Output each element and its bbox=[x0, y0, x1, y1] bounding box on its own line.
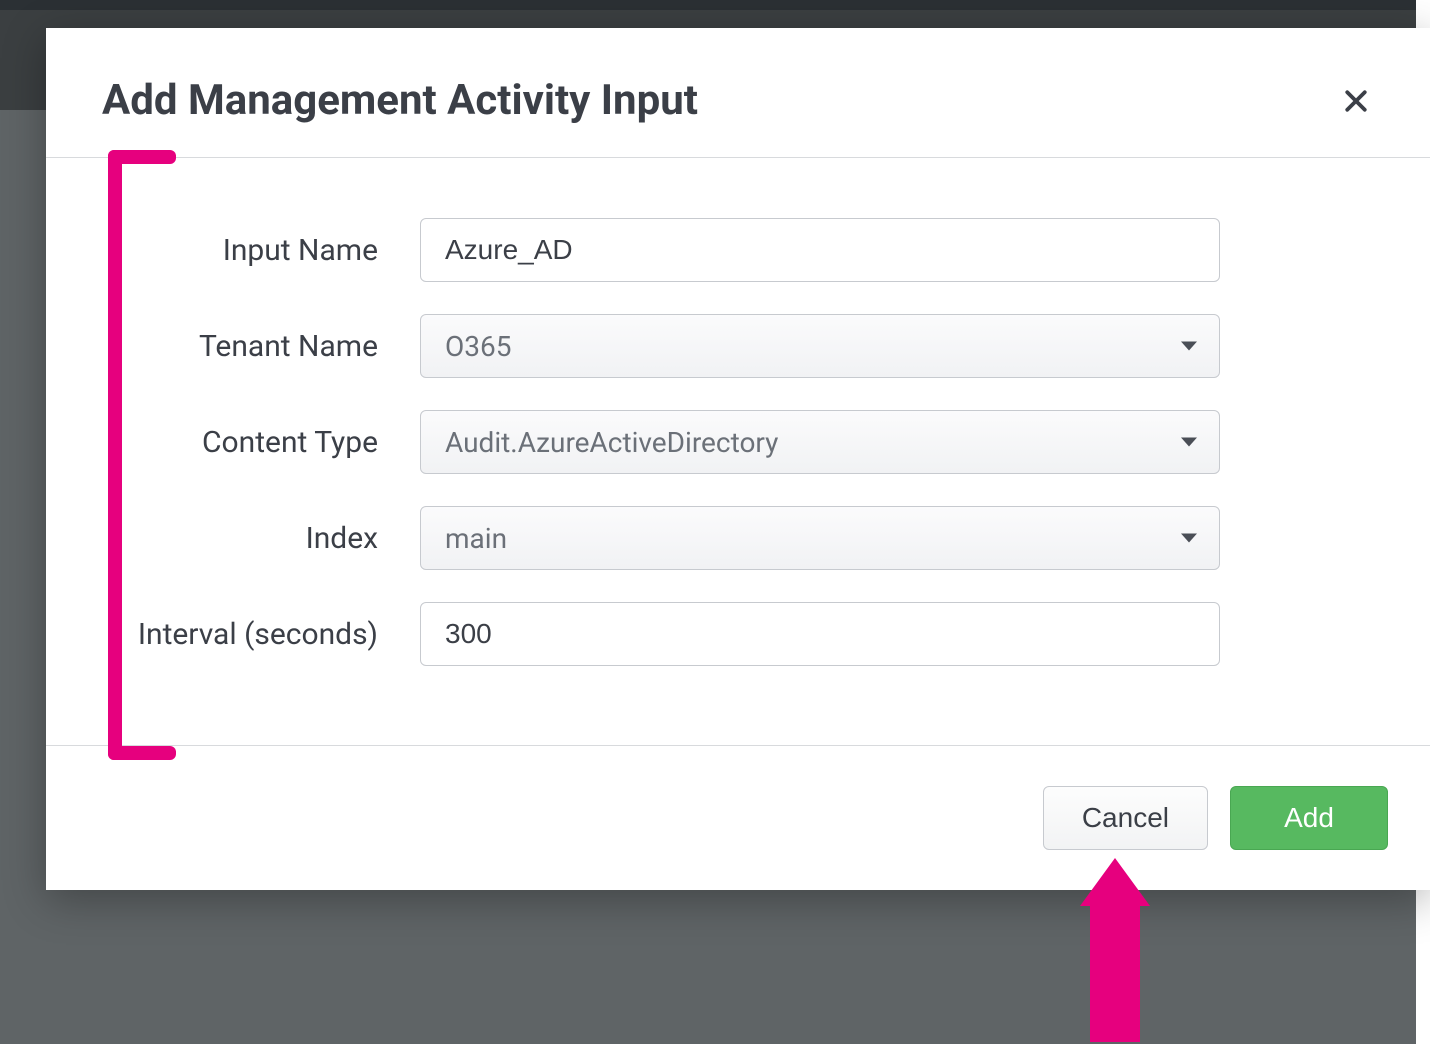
modal-title: Add Management Activity Input bbox=[102, 76, 698, 125]
modal-body: Input Name Tenant Name O365 Content Type… bbox=[46, 158, 1430, 745]
interval-field[interactable] bbox=[420, 602, 1220, 666]
label-tenant-name: Tenant Name bbox=[102, 329, 420, 364]
close-button[interactable] bbox=[1338, 83, 1374, 119]
row-content-type: Content Type Audit.AzureActiveDirectory bbox=[102, 410, 1374, 474]
row-interval: Interval (seconds) bbox=[102, 602, 1374, 666]
close-icon bbox=[1341, 86, 1371, 116]
index-select[interactable]: main bbox=[420, 506, 1220, 570]
input-name-field[interactable] bbox=[420, 218, 1220, 282]
row-tenant-name: Tenant Name O365 bbox=[102, 314, 1374, 378]
content-type-value: Audit.AzureActiveDirectory bbox=[445, 426, 778, 459]
content-type-select[interactable]: Audit.AzureActiveDirectory bbox=[420, 410, 1220, 474]
control-tenant-name: O365 bbox=[420, 314, 1220, 378]
control-input-name bbox=[420, 218, 1220, 282]
label-content-type: Content Type bbox=[102, 425, 420, 460]
tenant-name-value: O365 bbox=[445, 330, 511, 363]
control-content-type: Audit.AzureActiveDirectory bbox=[420, 410, 1220, 474]
cancel-button[interactable]: Cancel bbox=[1043, 786, 1208, 850]
label-interval: Interval (seconds) bbox=[102, 617, 420, 652]
add-button[interactable]: Add bbox=[1230, 786, 1388, 850]
modal-header: Add Management Activity Input bbox=[46, 28, 1430, 157]
chevron-down-icon bbox=[1181, 438, 1197, 447]
chevron-down-icon bbox=[1181, 342, 1197, 351]
add-input-modal: Add Management Activity Input Input Name… bbox=[46, 28, 1430, 890]
row-input-name: Input Name bbox=[102, 218, 1374, 282]
index-value: main bbox=[445, 522, 507, 555]
control-index: main bbox=[420, 506, 1220, 570]
chevron-down-icon bbox=[1181, 534, 1197, 543]
modal-footer: Cancel Add bbox=[46, 746, 1430, 890]
label-index: Index bbox=[102, 521, 420, 556]
row-index: Index main bbox=[102, 506, 1374, 570]
tenant-name-select[interactable]: O365 bbox=[420, 314, 1220, 378]
control-interval bbox=[420, 602, 1220, 666]
label-input-name: Input Name bbox=[102, 233, 420, 268]
